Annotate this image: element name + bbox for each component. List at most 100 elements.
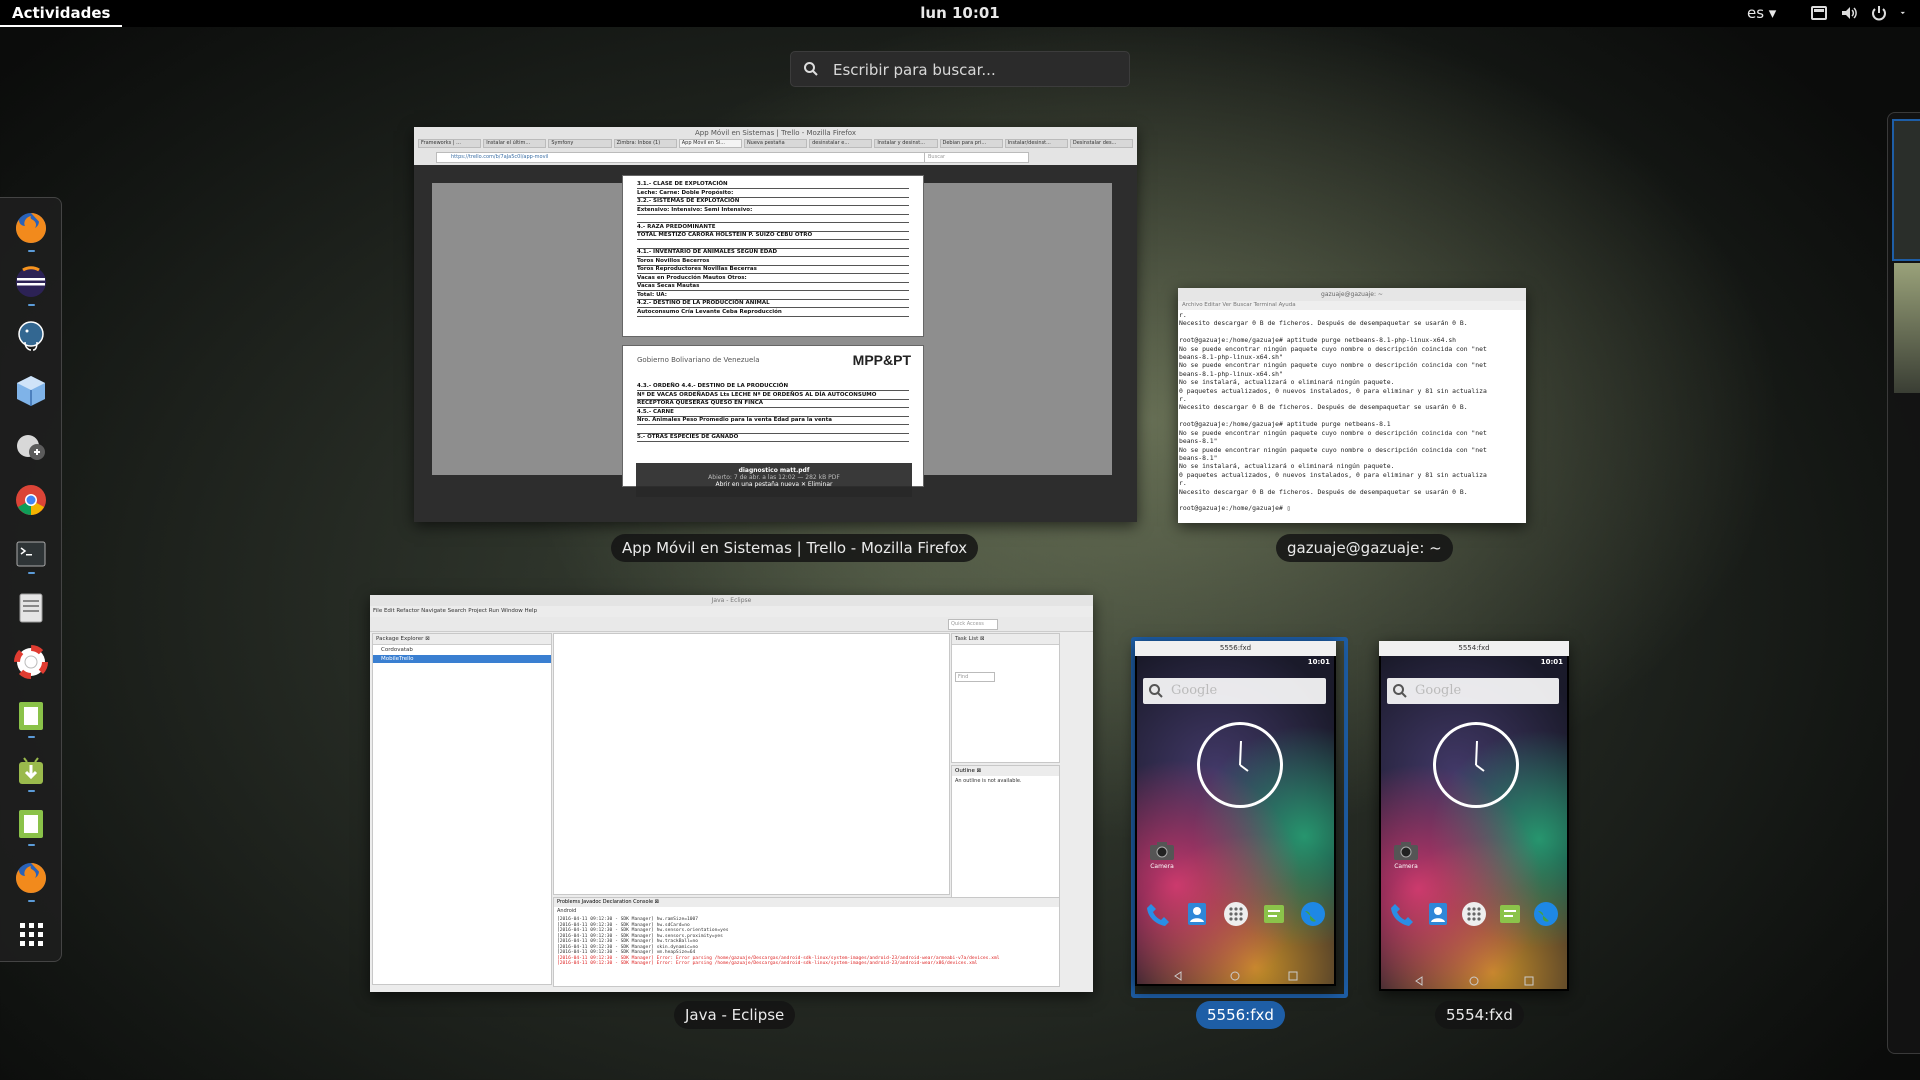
google-search-bar[interactable]: Google: [1143, 678, 1326, 704]
console-line: [2016-04-11 09:12:30 - SDK Manager] Erro…: [557, 961, 978, 966]
search-icon: [1393, 684, 1407, 698]
nav-buttons-icon[interactable]: [1381, 974, 1567, 988]
search-input[interactable]: [831, 52, 1125, 88]
postgresql-icon[interactable]: [13, 318, 49, 354]
messaging-icon[interactable]: [1497, 901, 1523, 927]
eclipse-menu[interactable]: File Edit Refactor Navigate Search Proje…: [373, 608, 537, 614]
tab[interactable]: Debian para pri...: [939, 139, 1003, 148]
nav-buttons-icon[interactable]: [1137, 969, 1334, 983]
status-time: 10:01: [1540, 658, 1563, 666]
download-info: Abierto: 7 de abr. a las 12:02 — 282 kB …: [708, 474, 840, 481]
terminal-window-thumbnail[interactable]: gazuaje@gazuaje: ~ Archivo Editar Ver Bu…: [1178, 288, 1526, 523]
pdf-pane: 3.1.- CLASE DE EXPLOTACIÓN Leche: Carne: …: [432, 175, 1112, 487]
tab[interactable]: desinstalar e...: [809, 139, 873, 148]
browser-icon[interactable]: [1300, 901, 1326, 927]
chevron-down-icon[interactable]: [1900, 4, 1910, 22]
window-caption-emulator-5554[interactable]: 5554:fxd: [1435, 1001, 1524, 1029]
workspace-current[interactable]: [1892, 119, 1920, 261]
tab[interactable]: Desinstalar des...: [1069, 139, 1134, 148]
download-file[interactable]: diagnostico matt.pdf: [636, 467, 912, 474]
emulator-5554-thumbnail[interactable]: 5554:fxd 10:01 Google Camera: [1379, 641, 1569, 991]
analog-clock[interactable]: [1433, 722, 1519, 808]
tab-active[interactable]: App Móvil en Si...: [678, 139, 742, 148]
delete-link[interactable]: Eliminar: [808, 481, 833, 488]
apps-drawer-icon[interactable]: [1223, 901, 1249, 927]
open-new-tab-link[interactable]: Abrir en una pestaña nueva: [715, 481, 799, 488]
tab[interactable]: Frameworks | ...: [418, 139, 482, 148]
window-caption-emulator-5556[interactable]: 5556:fxd: [1196, 1001, 1285, 1029]
firefox-window-thumbnail[interactable]: App Móvil en Sistemas | Trello - Mozilla…: [414, 127, 1137, 522]
camera-app[interactable]: Camera: [1393, 841, 1419, 870]
firefox-2-icon[interactable]: [13, 860, 49, 896]
power-icon[interactable]: [1870, 4, 1888, 22]
tab[interactable]: Instalar y desinst...: [874, 139, 938, 148]
analog-clock[interactable]: [1197, 722, 1283, 808]
clock: lun 10:01: [0, 0, 1920, 27]
search-box[interactable]: [790, 51, 1130, 88]
tab[interactable]: Instalar el últim...: [483, 139, 547, 148]
show-apps-icon[interactable]: [13, 916, 49, 952]
google-label: Google: [1415, 683, 1462, 698]
clock-hands-icon: [1475, 740, 1485, 772]
phone-icon[interactable]: [1389, 901, 1415, 927]
help-icon[interactable]: [13, 644, 49, 680]
android-dock: [1145, 901, 1326, 927]
window-caption-eclipse[interactable]: Java - Eclipse: [674, 1001, 796, 1029]
task-list-tab[interactable]: Task List ⊠: [952, 634, 1059, 645]
tab[interactable]: Symfony: [548, 139, 612, 148]
running-indicator: [28, 572, 35, 574]
chrome-icon[interactable]: [13, 482, 49, 518]
tab[interactable]: Nueva pestaña: [743, 139, 808, 148]
find-field[interactable]: Find: [955, 672, 995, 682]
contacts-icon[interactable]: [1184, 901, 1210, 927]
eclipse-icon[interactable]: [13, 264, 49, 300]
quick-access-field[interactable]: Quick Access: [948, 619, 998, 630]
activities-button[interactable]: Actividades: [0, 0, 123, 27]
outline-tab[interactable]: Outline ⊠: [952, 766, 1059, 776]
terminal-menu[interactable]: Archivo Editar Ver Buscar Terminal Ayuda: [1178, 301, 1526, 310]
browser-tabs: Frameworks | ... Instalar el últim... Sy…: [418, 139, 1134, 148]
tab[interactable]: Zimbra: Inbox (1): [613, 139, 677, 148]
browser-search-field[interactable]: Buscar: [924, 152, 1029, 163]
firefox-icon[interactable]: [13, 210, 49, 246]
android-emulator-icon[interactable]: [13, 698, 49, 734]
android-screen: 10:01 Google Camera: [1137, 656, 1334, 984]
window-title: App Móvil en Sistemas | Trello - Mozilla…: [694, 129, 857, 137]
project-item-selected[interactable]: MobileTrello: [373, 655, 551, 663]
clock-label[interactable]: lun 10:01: [920, 4, 999, 22]
window-caption-terminal[interactable]: gazuaje@gazuaje: ~: [1276, 534, 1453, 562]
language-selector[interactable]: es ▾: [1747, 0, 1776, 27]
android-emulator-2-icon[interactable]: [13, 806, 49, 842]
screen-icon[interactable]: [1810, 4, 1828, 22]
eclipse-window-thumbnail[interactable]: Java - Eclipse File Edit Refactor Naviga…: [370, 595, 1093, 992]
phone-icon[interactable]: [1145, 901, 1171, 927]
browser-icon[interactable]: [1533, 901, 1559, 927]
window-caption-firefox[interactable]: App Móvil en Sistemas | Trello - Mozilla…: [611, 534, 979, 562]
tab[interactable]: Instalar/desinst...: [1004, 139, 1068, 148]
google-search-bar[interactable]: Google: [1387, 678, 1559, 704]
volume-icon[interactable]: [1840, 4, 1858, 22]
files-icon[interactable]: [13, 590, 49, 626]
terminal-output[interactable]: r. Necesito descargar 0 B de ficheros. D…: [1179, 311, 1487, 513]
android-screen: 10:01 Google Camera: [1381, 656, 1567, 989]
url-bar[interactable]: https://trello.com/b/7aJa5c0l/app-movil: [436, 152, 932, 163]
running-indicator: [28, 736, 35, 738]
remmina-icon[interactable]: [13, 428, 49, 464]
terminal-icon[interactable]: [13, 536, 49, 572]
messaging-icon[interactable]: [1261, 901, 1287, 927]
system-tray: [1810, 4, 1910, 22]
camera-app[interactable]: Camera: [1149, 841, 1175, 870]
android-downloader-icon[interactable]: [13, 752, 49, 788]
console-tabs[interactable]: Problems Javadoc Declaration Console ⊠: [554, 898, 1059, 907]
task-list: Task List ⊠ Find: [951, 633, 1060, 763]
emulator-5556-thumbnail[interactable]: 5556:fxd 10:01 Google Camera: [1135, 641, 1336, 986]
package-explorer-tab[interactable]: Package Explorer ⊠: [373, 634, 551, 645]
console-output: [2016-04-11 09:12:30 - SDK Manager] hw.r…: [554, 915, 1059, 969]
workspace-switcher[interactable]: [1887, 112, 1920, 1054]
virtualbox-icon[interactable]: [13, 373, 49, 409]
contacts-icon[interactable]: [1425, 901, 1451, 927]
package-explorer: Package Explorer ⊠ Cordovatab MobileTrel…: [372, 633, 552, 985]
workspace-next[interactable]: [1894, 263, 1920, 393]
project-item[interactable]: Cordovatab: [373, 645, 551, 655]
apps-drawer-icon[interactable]: [1461, 901, 1487, 927]
